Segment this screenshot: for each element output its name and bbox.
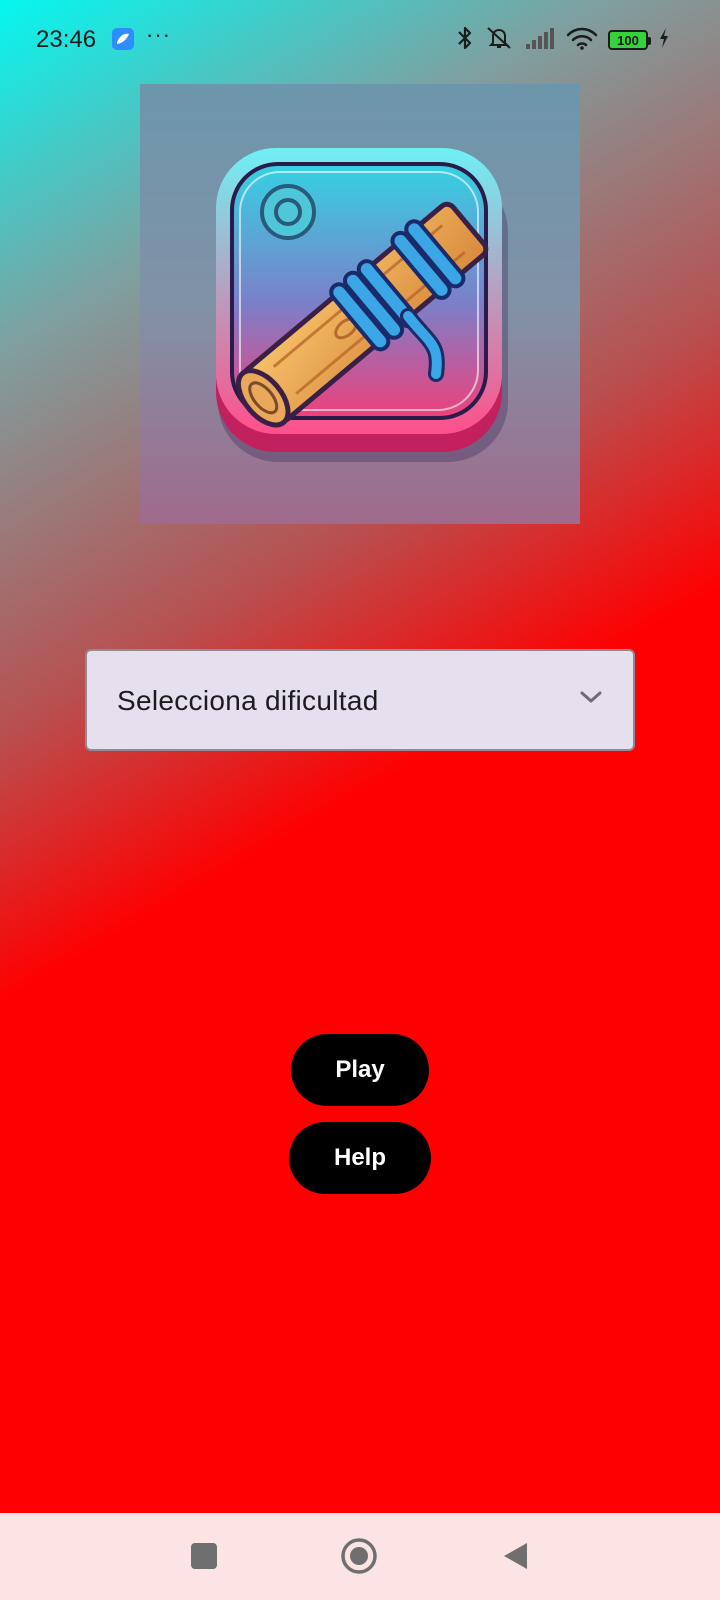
battery-level: 100 <box>617 32 639 48</box>
difficulty-placeholder: Selecciona dificultad <box>117 685 379 716</box>
charging-icon <box>658 27 670 54</box>
battery-icon: 100 <box>608 30 651 50</box>
app-screen: 23:46 ··· 100 Selecciona dificultad Play… <box>0 0 720 1513</box>
bluetooth-icon <box>456 25 474 56</box>
more-notifications-icon: ··· <box>146 22 171 47</box>
back-icon[interactable] <box>490 1531 540 1581</box>
difficulty-dropdown[interactable]: Selecciona dificultad <box>85 649 635 751</box>
mute-icon <box>484 25 514 56</box>
play-button[interactable]: Play <box>291 1034 429 1106</box>
status-icons: 100 <box>456 26 670 54</box>
app-notification-icon <box>112 28 134 50</box>
navigation-bar <box>0 1513 720 1600</box>
wifi-icon <box>566 26 598 55</box>
status-time: 23:46 <box>36 26 97 53</box>
recents-icon[interactable] <box>179 1531 229 1581</box>
home-icon[interactable] <box>334 1531 384 1581</box>
app-logo <box>140 84 580 524</box>
status-bar: 23:46 ··· 100 <box>0 0 720 80</box>
help-button[interactable]: Help <box>289 1122 431 1194</box>
log-rope-knot-icon <box>216 148 508 462</box>
signal-icon <box>524 26 556 55</box>
chevron-down-icon <box>579 689 603 710</box>
